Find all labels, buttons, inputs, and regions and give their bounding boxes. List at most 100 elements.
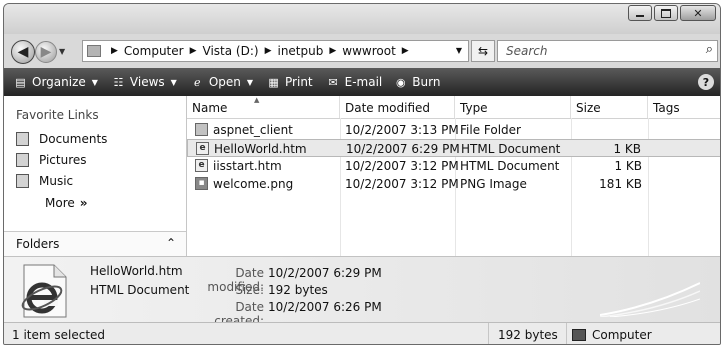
- breadcrumb-separator-icon: ▶: [111, 46, 118, 56]
- minimize-button[interactable]: [628, 5, 652, 21]
- address-row: ◀ ▶ ▼ ▶ Computer ▶ Vista (D:) ▶ inetpub …: [4, 34, 720, 68]
- window-controls: ✕: [626, 5, 716, 21]
- breadcrumb-computer[interactable]: Computer: [124, 44, 184, 58]
- more-links[interactable]: More »: [45, 196, 88, 210]
- location-label: Computer: [592, 328, 652, 342]
- breadcrumb-separator-icon[interactable]: ▶: [329, 46, 336, 56]
- breadcrumb-separator-icon[interactable]: ▶: [265, 46, 272, 56]
- file-type: HTML Document: [461, 142, 561, 156]
- forward-arrow-icon: ▶: [40, 44, 52, 60]
- print-button[interactable]: ▦ Print: [267, 75, 313, 89]
- music-icon: [16, 174, 29, 188]
- command-bar: ▤ Organize ▼ ☷ Views ▼ ℯ Open ▼ ▦ Print …: [4, 68, 720, 96]
- breadcrumb-separator-icon[interactable]: ▶: [402, 46, 409, 56]
- table-row[interactable]: ▪ welcome.png 10/2/2007 3:12 PM PNG Imag…: [187, 175, 720, 193]
- back-button[interactable]: ◀: [11, 40, 35, 64]
- organize-label: Organize: [32, 75, 86, 89]
- breadcrumb-inetpub[interactable]: inetpub: [277, 44, 323, 58]
- computer-icon: [572, 329, 586, 341]
- column-label: Size: [576, 101, 601, 115]
- html-document-large-icon: [21, 264, 67, 318]
- size-value: 192 bytes: [268, 283, 328, 297]
- selection-size: 192 bytes: [498, 328, 558, 342]
- favorite-item-documents[interactable]: Documents: [16, 132, 107, 146]
- table-row-selected[interactable]: e HelloWorld.htm 10/2/2007 6:29 PM HTML …: [187, 139, 720, 157]
- details-file-name: HelloWorld.htm: [90, 264, 183, 278]
- address-dropdown-icon[interactable]: ▼: [456, 46, 462, 55]
- email-button[interactable]: ✉ E-mail: [327, 75, 383, 89]
- help-button[interactable]: ?: [698, 74, 714, 90]
- search-input[interactable]: Search ⌕: [497, 40, 718, 62]
- favorite-links-heading: Favorite Links: [16, 108, 99, 122]
- help-icon: ?: [702, 75, 710, 89]
- file-name: iisstart.htm: [213, 159, 282, 173]
- title-bar: ✕: [4, 4, 720, 34]
- file-size: 181 KB: [599, 177, 642, 191]
- refresh-icon: ⇆: [477, 44, 489, 58]
- more-label: More: [45, 196, 75, 210]
- column-label: Type: [460, 101, 488, 115]
- views-label: Views: [129, 75, 165, 89]
- breadcrumb-vista-d[interactable]: Vista (D:): [203, 44, 259, 58]
- chevron-up-icon[interactable]: ⌃: [166, 236, 176, 250]
- favorite-item-label: Pictures: [39, 153, 87, 167]
- email-label: E-mail: [344, 75, 383, 89]
- refresh-button[interactable]: ⇆: [471, 40, 495, 62]
- open-label: Open: [208, 75, 241, 89]
- file-size: 1 KB: [614, 159, 642, 173]
- favorite-item-music[interactable]: Music: [16, 174, 73, 188]
- address-bar[interactable]: ▶ Computer ▶ Vista (D:) ▶ inetpub ▶ wwwr…: [82, 40, 469, 62]
- sort-ascending-icon: ▲: [254, 96, 260, 104]
- printer-icon: ▦: [268, 75, 279, 89]
- search-placeholder: Search: [506, 44, 548, 58]
- organize-icon: ▤: [15, 75, 26, 89]
- column-header-date-modified[interactable]: Date modified: [340, 96, 455, 118]
- email-icon: ✉: [328, 75, 338, 89]
- folders-bar[interactable]: Folders ⌃: [4, 231, 186, 256]
- forward-button[interactable]: ▶: [35, 41, 57, 63]
- open-icon: ℯ: [194, 75, 201, 89]
- file-name: HelloWorld.htm: [214, 142, 307, 156]
- column-header-type[interactable]: Type: [455, 96, 571, 118]
- favorite-item-label: Documents: [39, 132, 108, 146]
- disc-icon: ◉: [395, 75, 406, 89]
- search-icon[interactable]: ⌕: [706, 42, 713, 57]
- table-row[interactable]: e iisstart.htm 10/2/2007 3:12 PM HTML Do…: [187, 157, 720, 175]
- folders-label: Folders: [16, 237, 60, 251]
- open-button[interactable]: ℯ Open ▼: [191, 75, 253, 89]
- recent-pages-dropdown[interactable]: ▼: [59, 47, 65, 56]
- file-name: welcome.png: [213, 177, 294, 191]
- file-name: aspnet_client: [213, 123, 293, 137]
- column-header-row: Name ▲ Date modified Type Size Tags: [187, 96, 720, 119]
- favorite-item-pictures[interactable]: Pictures: [16, 153, 87, 167]
- file-date: 10/2/2007 3:13 PM: [345, 123, 459, 137]
- file-date: 10/2/2007 6:29 PM: [346, 142, 460, 156]
- column-label: Date modified: [345, 101, 431, 115]
- breadcrumb-wwwroot[interactable]: wwwroot: [342, 44, 396, 58]
- png-image-icon: ▪: [195, 177, 208, 190]
- print-label: Print: [285, 75, 313, 89]
- breadcrumb: ▶ Computer ▶ Vista (D:) ▶ inetpub ▶ wwwr…: [105, 44, 415, 58]
- chevron-down-icon: ▼: [91, 77, 98, 87]
- chevron-down-icon: ▼: [246, 77, 254, 87]
- column-header-tags[interactable]: Tags: [648, 96, 720, 118]
- status-bar: 1 item selected 192 bytes Computer: [4, 322, 720, 344]
- table-row[interactable]: aspnet_client 10/2/2007 3:13 PM File Fol…: [187, 121, 720, 139]
- html-document-icon: e: [196, 142, 209, 155]
- breadcrumb-separator-icon[interactable]: ▶: [190, 46, 197, 56]
- column-header-name[interactable]: Name ▲: [187, 96, 340, 118]
- column-header-size[interactable]: Size: [571, 96, 648, 118]
- status-divider: [488, 323, 489, 344]
- organize-button[interactable]: ▤ Organize ▼: [14, 75, 98, 89]
- file-size: 1 KB: [613, 142, 641, 156]
- back-arrow-icon: ◀: [17, 44, 29, 60]
- maximize-button[interactable]: [654, 5, 678, 21]
- close-button[interactable]: ✕: [680, 5, 716, 21]
- column-label: Tags: [653, 101, 680, 115]
- file-date: 10/2/2007 3:12 PM: [345, 159, 459, 173]
- html-document-icon: e: [195, 159, 208, 172]
- status-divider: [566, 323, 567, 344]
- views-button[interactable]: ☷ Views ▼: [112, 75, 176, 89]
- navigation-pane: Favorite Links Documents Pictures Music …: [4, 96, 187, 256]
- burn-button[interactable]: ◉ Burn: [394, 75, 440, 89]
